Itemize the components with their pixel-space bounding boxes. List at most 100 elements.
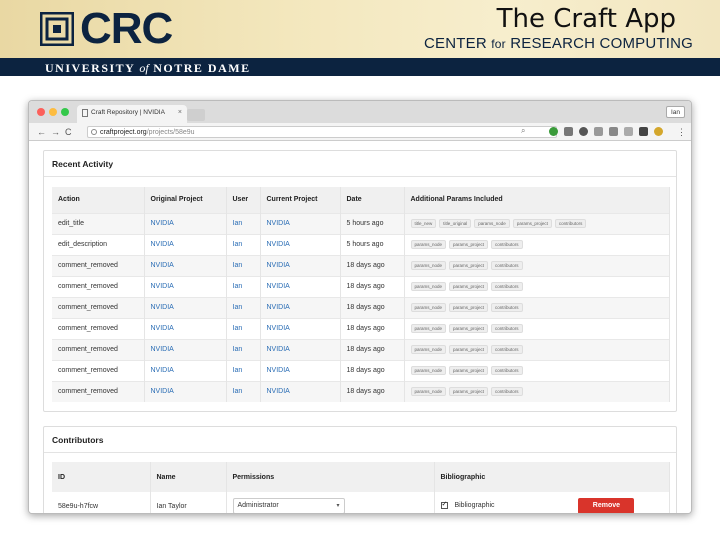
table-row: comment_removed NVIDIA Ian NVIDIA 18 days ag… — [52, 275, 670, 297]
menu-icon[interactable]: ⋮ — [677, 126, 686, 138]
contributor-row: 58e9u-h7fcw Ian Taylor Administrator ▾ B… — [52, 492, 670, 513]
extension-shield-icon[interactable] — [564, 127, 573, 136]
activity-date-cell: 5 hours ago — [340, 212, 405, 234]
maximize-window-button[interactable] — [61, 108, 69, 116]
current-project-link[interactable]: NVIDIA — [267, 220, 290, 227]
current-project-link[interactable]: NVIDIA — [267, 304, 290, 311]
browser-tab[interactable]: Craft Repository | NVIDIA × — [77, 105, 187, 123]
activity-date: 18 days ago — [346, 346, 385, 353]
bibliographic-checkbox[interactable] — [440, 500, 448, 509]
activity-action: edit_title — [58, 220, 85, 227]
user-link[interactable]: Ian — [233, 346, 243, 353]
original-project-link-cell: NVIDIA — [144, 212, 227, 234]
param-chip: params_node — [410, 303, 447, 312]
url-host: craftproject.org — [100, 129, 147, 136]
tab-title: Craft Repository | NVIDIA — [91, 109, 165, 116]
current-project-link[interactable]: NVIDIA — [267, 346, 290, 353]
activity-date: 5 hours ago — [346, 241, 384, 248]
page-icon — [82, 109, 88, 117]
new-tab-button[interactable] — [187, 109, 205, 121]
user-link[interactable]: Ian — [233, 325, 243, 332]
back-arrow-icon[interactable]: ← — [37, 126, 46, 138]
forward-arrow-icon[interactable]: → — [51, 126, 60, 138]
close-window-button[interactable] — [37, 108, 45, 116]
original-project-link-cell: NVIDIA — [144, 275, 227, 297]
activity-date: 18 days ago — [346, 325, 385, 332]
original-project-link-cell: NVIDIA — [144, 254, 227, 276]
current-project-link[interactable]: NVIDIA — [267, 262, 290, 269]
reload-icon[interactable]: C — [65, 126, 72, 138]
current-project-link-cell: NVIDIA — [260, 275, 341, 297]
url-field[interactable]: craftproject.org/projects/58e9u — [87, 126, 557, 138]
extension-gray-icon[interactable] — [594, 127, 603, 136]
extension-box-icon[interactable] — [609, 127, 618, 136]
activity-action-cell: comment_removed — [52, 380, 145, 402]
tab-close-icon[interactable]: × — [178, 109, 182, 116]
crc-center-word: CENTER — [424, 35, 487, 52]
crc-research-computing: RESEARCH COMPUTING — [510, 35, 694, 52]
user-link[interactable]: Ian — [233, 262, 243, 269]
activity-action: comment_removed — [58, 388, 118, 396]
original-project-link-cell: NVIDIA — [144, 338, 227, 360]
col-additional-params: Additional Params Included — [404, 187, 670, 213]
table-row: comment_removed NVIDIA Ian NVIDIA 18 days ag… — [52, 359, 670, 381]
activity-action-cell: comment_removed — [52, 317, 145, 339]
user-link[interactable]: Ian — [233, 304, 243, 311]
col-action: Action — [52, 187, 145, 213]
user-link-cell: Ian — [226, 254, 261, 276]
table-row: comment_removed NVIDIA Ian NVIDIA 18 days ag… — [52, 254, 670, 276]
params-cell: params_node params_project contributors — [404, 317, 670, 339]
user-link-cell: Ian — [226, 338, 261, 360]
col-current-project: Current Project — [260, 187, 341, 213]
permissions-select[interactable]: Administrator ▾ — [232, 498, 345, 513]
original-project-link-cell: NVIDIA — [144, 296, 227, 318]
param-chip: contributors — [554, 219, 587, 228]
current-project-link[interactable]: NVIDIA — [267, 388, 290, 395]
original-project-link[interactable]: NVIDIA — [151, 241, 174, 248]
user-link[interactable]: Ian — [233, 388, 243, 395]
contributors-table: ID Name Permissions Bibliographic 58e9u-… — [52, 462, 670, 513]
current-project-link[interactable]: NVIDIA — [267, 283, 290, 290]
original-project-link[interactable]: NVIDIA — [151, 262, 174, 269]
params-cell: params_node params_project contributors — [404, 254, 670, 276]
user-link[interactable]: Ian — [233, 241, 243, 248]
original-project-link[interactable]: NVIDIA — [151, 367, 174, 374]
original-project-link[interactable]: NVIDIA — [151, 388, 174, 395]
extension-doc-icon[interactable] — [624, 127, 633, 136]
extension-circle-icon[interactable] — [579, 127, 588, 136]
param-chip: contributors — [491, 366, 523, 375]
param-chip: contributors — [491, 261, 523, 270]
original-project-link[interactable]: NVIDIA — [151, 283, 174, 290]
params-cell: params_node params_project contributors — [404, 359, 670, 381]
minimize-window-button[interactable] — [49, 108, 57, 116]
activity-action-cell: comment_removed — [52, 338, 145, 360]
original-project-link[interactable]: NVIDIA — [151, 346, 174, 353]
param-chip: params_project — [512, 219, 552, 228]
magnifier-icon[interactable]: ⌕ — [521, 126, 525, 136]
original-project-link[interactable]: NVIDIA — [151, 304, 174, 311]
extension-green-icon[interactable] — [549, 127, 558, 136]
table-row: edit_title NVIDIA Ian NVIDIA 5 hours ago titl… — [52, 212, 670, 234]
user-link[interactable]: Ian — [233, 220, 243, 227]
original-project-link[interactable]: NVIDIA — [151, 325, 174, 332]
param-chip: params_node — [410, 240, 447, 249]
contributors-title: Contributors — [44, 427, 676, 453]
current-project-link[interactable]: NVIDIA — [267, 325, 290, 332]
current-project-link[interactable]: NVIDIA — [267, 241, 290, 248]
user-link[interactable]: Ian — [233, 367, 243, 374]
activity-action-cell: comment_removed — [52, 254, 145, 276]
extension-dark-icon[interactable] — [639, 127, 648, 136]
activity-action-cell: comment_removed — [52, 275, 145, 297]
param-chip: contributors — [491, 324, 523, 333]
current-project-link[interactable]: NVIDIA — [267, 367, 290, 374]
col-name: Name — [150, 462, 227, 492]
original-project-link[interactable]: NVIDIA — [151, 220, 174, 227]
slide-title: The Craft App — [496, 4, 676, 34]
profile-button[interactable]: Ian — [665, 106, 685, 118]
remove-button[interactable]: Remove — [578, 498, 635, 513]
bibliographic-label: Bibliographic — [454, 502, 495, 509]
university-word: UNIVERSITY — [45, 61, 135, 75]
user-link[interactable]: Ian — [233, 283, 243, 290]
extension-yellow-icon[interactable] — [654, 127, 663, 136]
browser-window: Craft Repository | NVIDIA × Ian ← → C cr… — [28, 100, 692, 514]
